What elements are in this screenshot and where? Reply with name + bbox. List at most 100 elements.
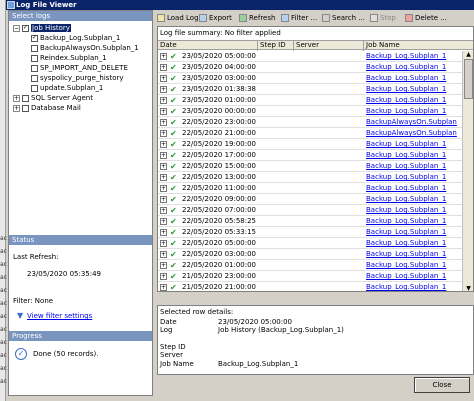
expand-icon[interactable]: + bbox=[160, 251, 167, 258]
close-button[interactable]: Close bbox=[414, 377, 470, 393]
scroll-up-icon[interactable]: ▲ bbox=[464, 51, 473, 59]
expand-icon[interactable]: + bbox=[160, 273, 167, 280]
row-job-link[interactable]: Backup_Log.Subplan_1 bbox=[366, 205, 446, 216]
column-date[interactable]: Date bbox=[158, 41, 258, 51]
table-row[interactable]: + ✔ 22/05/2020 11:00:00 Backup_Log.Subplan_… bbox=[158, 183, 463, 194]
row-job-link[interactable]: Backup_Log.Subplan_1 bbox=[366, 172, 446, 183]
stop-button[interactable]: Stop bbox=[370, 13, 396, 24]
column-server[interactable]: Server bbox=[294, 41, 364, 51]
row-job-link[interactable]: Backup_Log.Subplan_1 bbox=[366, 161, 446, 172]
expand-icon[interactable]: + bbox=[160, 185, 167, 192]
tree-item[interactable]: update.Subplan_1 bbox=[31, 83, 103, 93]
export-button[interactable]: Export bbox=[199, 13, 232, 24]
expand-icon[interactable]: + bbox=[160, 75, 167, 82]
row-job-link[interactable]: Backup_Log.Subplan_1 bbox=[366, 227, 446, 238]
row-job-link[interactable]: Backup_Log.Subplan_1 bbox=[366, 216, 446, 227]
tree-checkbox[interactable] bbox=[31, 33, 38, 43]
tree-checkbox[interactable] bbox=[31, 84, 38, 92]
row-job-link[interactable]: Backup_Log.Subplan_1 bbox=[366, 73, 446, 84]
table-row[interactable]: + ✔ 23/05/2020 01:00:00 Backup_Log.Subplan_… bbox=[158, 95, 463, 106]
grid-scrollbar[interactable]: ▲ ▼ bbox=[462, 51, 473, 291]
table-row[interactable]: + ✔ 22/05/2020 05:58:25 Backup_Log.Subplan_… bbox=[158, 216, 463, 227]
collapse-icon[interactable]: − bbox=[13, 24, 20, 32]
tree-checkbox[interactable] bbox=[31, 64, 38, 72]
row-job-link[interactable]: Backup_Log.Subplan_1 bbox=[366, 282, 446, 291]
refresh-button[interactable]: Refresh bbox=[239, 13, 275, 24]
tree-checkbox[interactable] bbox=[31, 44, 38, 52]
table-row[interactable]: + ✔ 23/05/2020 01:38:38 Backup_Log.Subplan_… bbox=[158, 84, 463, 95]
expand-icon[interactable]: + bbox=[160, 262, 167, 269]
table-row[interactable]: + ✔ 22/05/2020 05:00:00 Backup_Log.Subplan_… bbox=[158, 238, 463, 249]
table-row[interactable]: + ✔ 23/05/2020 03:00:00 Backup_Log.Subplan_… bbox=[158, 73, 463, 84]
expand-icon[interactable]: + bbox=[160, 97, 167, 104]
table-row[interactable]: + ✔ 22/05/2020 21:00:00 BackupAlwaysOn.Subp… bbox=[158, 128, 463, 139]
expand-icon[interactable]: + bbox=[160, 174, 167, 181]
tree-checkbox[interactable] bbox=[22, 104, 29, 112]
tree-item[interactable]: BackupAlwaysOn.Subplan_1 bbox=[31, 43, 139, 53]
row-job-link[interactable]: Backup_Log.Subplan_1 bbox=[366, 139, 446, 150]
scrollbar-thumb[interactable] bbox=[464, 59, 473, 99]
row-job-link[interactable]: Backup_Log.Subplan_1 bbox=[366, 84, 446, 95]
table-row[interactable]: + ✔ 22/05/2020 19:00:00 Backup_Log.Subplan_… bbox=[158, 139, 463, 150]
expand-icon[interactable]: + bbox=[13, 94, 20, 102]
expand-icon[interactable]: + bbox=[160, 130, 167, 137]
search-button[interactable]: Search ... bbox=[322, 13, 365, 24]
row-job-link[interactable]: Backup_Log.Subplan_1 bbox=[366, 238, 446, 249]
filter-button[interactable]: Filter ... bbox=[281, 13, 317, 24]
expand-icon[interactable]: + bbox=[160, 163, 167, 170]
row-job-link[interactable]: Backup_Log.Subplan_1 bbox=[366, 183, 446, 194]
table-row[interactable]: + ✔ 22/05/2020 17:00:00 Backup_Log.Subplan_… bbox=[158, 150, 463, 161]
table-row[interactable]: + ✔ 22/05/2020 09:00:00 Backup_Log.Subplan_… bbox=[158, 194, 463, 205]
table-row[interactable]: + ✔ 22/05/2020 15:00:00 Backup_Log.Subplan_… bbox=[158, 161, 463, 172]
expand-icon[interactable]: + bbox=[160, 218, 167, 225]
expand-icon[interactable]: + bbox=[160, 53, 167, 60]
tree-item[interactable]: SP_IMPORT_AND_DELETE bbox=[31, 63, 128, 73]
table-row[interactable]: + ✔ 22/05/2020 01:00:00 Backup_Log.Subplan_… bbox=[158, 260, 463, 271]
column-step-id[interactable]: Step ID bbox=[258, 41, 294, 51]
row-job-link[interactable]: Backup_Log.Subplan_1 bbox=[366, 249, 446, 260]
expand-icon[interactable]: + bbox=[160, 284, 167, 291]
tree-checkbox[interactable] bbox=[31, 54, 38, 62]
table-row[interactable]: + ✔ 22/05/2020 05:33:15 Backup_Log.Subplan_… bbox=[158, 227, 463, 238]
delete-button[interactable]: Delete ... bbox=[405, 13, 447, 24]
row-job-link[interactable]: BackupAlwaysOn.Subplan bbox=[366, 128, 457, 139]
tree-item[interactable]: Reindex.Subplan_1 bbox=[31, 53, 107, 63]
tree-item[interactable]: − Job History bbox=[13, 23, 71, 33]
table-row[interactable]: + ✔ 21/05/2020 23:00:00 Backup_Log.Subplan_… bbox=[158, 271, 463, 282]
table-row[interactable]: + ✔ 23/05/2020 05:00:00 Backup_Log.Subplan_… bbox=[158, 51, 463, 62]
table-row[interactable]: + ✔ 22/05/2020 23:00:00 BackupAlwaysOn.Subp… bbox=[158, 117, 463, 128]
row-job-link[interactable]: Backup_Log.Subplan_1 bbox=[366, 106, 446, 117]
expand-icon[interactable]: + bbox=[160, 108, 167, 115]
expand-icon[interactable]: + bbox=[13, 104, 20, 112]
view-filter-settings-link[interactable]: View filter settings bbox=[27, 312, 92, 320]
table-row[interactable]: + ✔ 23/05/2020 00:00:00 Backup_Log.Subplan_… bbox=[158, 106, 463, 117]
tree-item[interactable]: + SQL Server Agent bbox=[13, 93, 93, 103]
expand-icon[interactable]: + bbox=[160, 86, 167, 93]
expand-icon[interactable]: + bbox=[160, 229, 167, 236]
expand-icon[interactable]: + bbox=[160, 119, 167, 126]
table-row[interactable]: + ✔ 22/05/2020 03:00:00 Backup_Log.Subplan_… bbox=[158, 249, 463, 260]
expand-icon[interactable]: + bbox=[160, 141, 167, 148]
row-job-link[interactable]: Backup_Log.Subplan_1 bbox=[366, 271, 446, 282]
row-job-link[interactable]: Backup_Log.Subplan_1 bbox=[366, 51, 446, 62]
table-row[interactable]: + ✔ 22/05/2020 13:00:00 Backup_Log.Subplan_… bbox=[158, 172, 463, 183]
row-job-link[interactable]: Backup_Log.Subplan_1 bbox=[366, 194, 446, 205]
row-job-link[interactable]: Backup_Log.Subplan_1 bbox=[366, 260, 446, 271]
expand-icon[interactable]: + bbox=[160, 207, 167, 214]
tree-item[interactable]: syspolicy_purge_history bbox=[31, 73, 124, 83]
load-log-button[interactable]: Load Log bbox=[157, 13, 199, 24]
expand-icon[interactable]: + bbox=[160, 64, 167, 71]
expand-icon[interactable]: + bbox=[160, 152, 167, 159]
tree-checkbox[interactable] bbox=[31, 74, 38, 82]
expand-icon[interactable]: + bbox=[160, 240, 167, 247]
table-row[interactable]: + ✔ 22/05/2020 07:00:00 Backup_Log.Subplan_… bbox=[158, 205, 463, 216]
table-row[interactable]: + ✔ 21/05/2020 21:00:00 Backup_Log.Subplan_… bbox=[158, 282, 463, 291]
scroll-down-icon[interactable]: ▼ bbox=[464, 285, 473, 291]
row-job-link[interactable]: Backup_Log.Subplan_1 bbox=[366, 95, 446, 106]
tree-checkbox[interactable] bbox=[22, 23, 29, 33]
table-row[interactable]: + ✔ 23/05/2020 04:00:00 Backup_Log.Subplan_… bbox=[158, 62, 463, 73]
expand-icon[interactable]: + bbox=[160, 196, 167, 203]
tree-checkbox[interactable] bbox=[22, 94, 29, 102]
row-job-link[interactable]: Backup_Log.Subplan_1 bbox=[366, 150, 446, 161]
row-job-link[interactable]: Backup_Log.Subplan_1 bbox=[366, 62, 446, 73]
